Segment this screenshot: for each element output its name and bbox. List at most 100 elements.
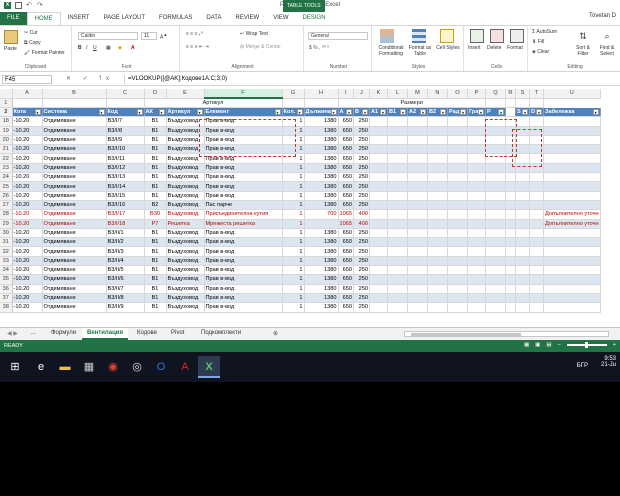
cell-a[interactable]: 650 (338, 302, 354, 313)
cell-kota[interactable]: -10.20 (12, 191, 43, 201)
cell-sistema[interactable]: Отдимяване (42, 219, 107, 229)
cell-kod[interactable]: В3/II/1 (106, 228, 145, 239)
table-cell[interactable] (427, 284, 448, 294)
add-sheet-icon[interactable]: ⊕ (268, 328, 283, 340)
input-language[interactable]: БГР (577, 363, 588, 369)
table-cell[interactable] (387, 265, 408, 276)
table-cell[interactable] (427, 126, 448, 136)
cell-b[interactable]: 250 (353, 265, 370, 276)
cell-kol[interactable]: 1 (282, 200, 305, 211)
cell-b[interactable]: 250 (353, 200, 370, 211)
table-cell[interactable] (369, 153, 388, 164)
cell-b[interactable]: 250 (353, 228, 370, 239)
table-cell[interactable] (427, 153, 448, 164)
cell-length[interactable]: 1380 (304, 181, 339, 192)
table-cell[interactable] (387, 237, 408, 248)
cell-note[interactable] (543, 144, 601, 155)
tab-home[interactable]: HOME (26, 12, 61, 25)
tab-design[interactable]: DESIGN (296, 12, 333, 25)
table-cell[interactable] (515, 256, 530, 267)
column-header-g[interactable]: G (282, 89, 305, 99)
cell-a[interactable]: 650 (338, 274, 354, 285)
wrap-text-button[interactable]: ↵ Wrap Text (240, 31, 268, 37)
table-cell[interactable] (515, 228, 530, 239)
cell-sistema[interactable]: Отдимяване (42, 209, 107, 220)
cell-note[interactable]: Допълнително уточн (543, 209, 601, 220)
cell-b[interactable]: 250 (353, 126, 370, 136)
table-cell[interactable] (387, 116, 408, 127)
table-cell[interactable] (369, 135, 388, 146)
table-cell[interactable] (387, 274, 408, 285)
table-cell[interactable] (467, 293, 486, 304)
cell-length[interactable]: 700 (304, 209, 339, 220)
table-header-cell[interactable]: A2 ▾ (407, 107, 428, 118)
system-clock[interactable]: 9:53 21-Ju (601, 356, 616, 368)
table-cell[interactable] (485, 172, 506, 183)
cell-note[interactable] (543, 284, 601, 294)
table-cell[interactable] (505, 265, 516, 276)
cell-kol[interactable]: 1 (282, 246, 305, 257)
outlook-icon[interactable]: O (150, 356, 172, 378)
bold-button[interactable]: B (78, 45, 82, 51)
table-cell[interactable] (407, 163, 428, 174)
table-cell[interactable] (467, 126, 486, 136)
filter-dropdown-icon[interactable]: ▾ (419, 109, 426, 115)
cell-sistema[interactable]: Отдимяване (42, 200, 107, 211)
table-cell[interactable] (407, 219, 428, 229)
tab-page-layout[interactable]: PAGE LAYOUT (97, 12, 152, 25)
cell-sistema[interactable]: Отдимяване (42, 293, 107, 304)
table-cell[interactable] (515, 293, 530, 304)
table-cell[interactable] (407, 181, 428, 192)
cell-artikul[interactable]: Въздуховод (166, 209, 205, 220)
column-header-r[interactable]: R (505, 89, 516, 99)
cell-kod[interactable]: В3/I/11 (106, 153, 145, 164)
table-cell[interactable] (369, 209, 388, 220)
table-cell[interactable] (407, 228, 428, 239)
table-cell[interactable] (485, 181, 506, 192)
table-cell[interactable] (447, 219, 468, 229)
cell-ak[interactable]: В1 (144, 293, 167, 304)
cell-styles-button[interactable]: Cell Styles (436, 45, 460, 51)
cell-b[interactable]: 400 (353, 219, 370, 229)
table-cell[interactable] (447, 135, 468, 146)
table-header-cell[interactable]: Артикул ▾ (166, 107, 205, 118)
font-name-combo[interactable]: Calibri (78, 32, 138, 40)
filter-dropdown-icon[interactable]: ▾ (592, 108, 599, 115)
table-cell[interactable] (427, 256, 448, 267)
cell-artikul[interactable]: Въздуховод (166, 237, 205, 248)
cell-sistema[interactable]: Отдимяване (42, 274, 107, 285)
table-cell[interactable] (485, 302, 506, 313)
column-header-s[interactable]: S (515, 89, 530, 99)
cell-a[interactable]: 650 (338, 116, 354, 127)
table-cell[interactable] (407, 144, 428, 155)
table-cell[interactable] (407, 116, 428, 127)
cell-length[interactable]: 1380 (304, 265, 339, 276)
table-cell[interactable] (369, 172, 388, 183)
cell-note[interactable]: Допълнително уточн (543, 219, 601, 229)
table-cell[interactable] (407, 256, 428, 267)
table-cell[interactable] (467, 116, 486, 127)
row-header[interactable]: 29 (0, 219, 13, 229)
cell-element[interactable]: Прав в-вод (204, 163, 283, 174)
filter-dropdown-icon[interactable]: ▾ (379, 109, 386, 115)
cell-ak[interactable]: В1 (144, 181, 167, 192)
table-cell[interactable] (407, 191, 428, 201)
column-header-e[interactable]: E (166, 89, 205, 99)
table-header-cell[interactable]: Кота ▾ (12, 107, 43, 118)
table-cell[interactable] (529, 265, 544, 276)
table-header-cell[interactable]: Кол. ▾ (282, 107, 305, 118)
cell-sistema[interactable]: Отдимяване (42, 191, 107, 201)
cell-element[interactable]: Прав в-вод (204, 228, 283, 239)
cell-kota[interactable]: -10.20 (12, 181, 43, 192)
table-cell[interactable] (485, 284, 506, 294)
cell-kol[interactable]: 1 (282, 209, 305, 220)
cell-a[interactable]: 650 (338, 265, 354, 276)
table-cell[interactable] (529, 274, 544, 285)
format-button[interactable]: Format (507, 45, 523, 51)
delete-button[interactable]: Delete (487, 45, 501, 51)
table-cell[interactable] (369, 256, 388, 267)
table-cell[interactable] (515, 265, 530, 276)
table-cell[interactable] (467, 219, 486, 229)
filter-dropdown-icon[interactable]: ▾ (497, 109, 504, 115)
table-cell[interactable] (369, 126, 388, 136)
